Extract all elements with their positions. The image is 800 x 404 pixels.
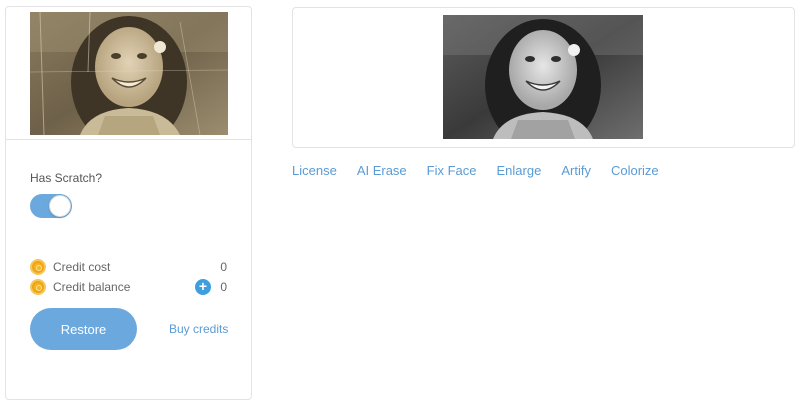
buy-credits-link[interactable]: Buy credits: [169, 322, 228, 336]
artify-link[interactable]: Artify: [561, 163, 591, 178]
coin-icon: [30, 259, 46, 275]
coin-icon: [30, 279, 46, 295]
fix-face-link[interactable]: Fix Face: [427, 163, 477, 178]
original-photo-thumbnail: [30, 12, 228, 135]
ai-erase-link[interactable]: AI Erase: [357, 163, 407, 178]
toggle-knob: [49, 195, 71, 217]
enlarge-link[interactable]: Enlarge: [497, 163, 542, 178]
has-scratch-label: Has Scratch?: [30, 171, 103, 185]
credit-cost-label: Credit cost: [53, 260, 111, 274]
credit-cost-value: 0: [220, 260, 227, 274]
has-scratch-toggle[interactable]: [30, 194, 72, 218]
result-preview-panel: [292, 7, 795, 148]
restored-photo-preview: [443, 15, 643, 139]
tool-links: License AI Erase Fix Face Enlarge Artify…: [292, 163, 679, 178]
add-credits-icon[interactable]: +: [195, 279, 211, 295]
original-thumbnail-area: [6, 7, 251, 140]
restore-button[interactable]: Restore: [30, 308, 137, 350]
credit-balance-label: Credit balance: [53, 280, 131, 294]
license-link[interactable]: License: [292, 163, 337, 178]
credit-cost-row: Credit cost 0: [30, 259, 228, 275]
colorize-link[interactable]: Colorize: [611, 163, 659, 178]
credit-balance-value: 0: [220, 280, 227, 294]
settings-panel: Has Scratch? Credit cost 0 Credit balanc…: [5, 6, 252, 400]
credit-balance-row: Credit balance + 0: [30, 279, 228, 295]
